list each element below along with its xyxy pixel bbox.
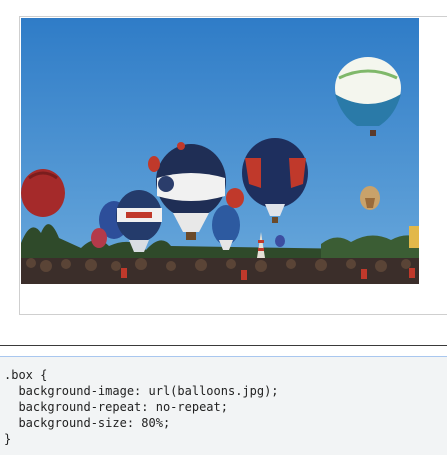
code-line: background-image: url(balloons.jpg); xyxy=(4,384,279,398)
code-panel: .box { background-image: url(balloons.jp… xyxy=(0,356,447,455)
code-line: .box { xyxy=(4,368,48,382)
divider xyxy=(0,345,447,346)
code-line: background-repeat: no-repeat; xyxy=(4,400,228,414)
code-line: } xyxy=(4,432,12,446)
balloons-background-image xyxy=(21,18,419,284)
code-line: background-size: 80%; xyxy=(4,416,171,430)
box-element xyxy=(19,16,447,315)
demo-area xyxy=(0,0,447,340)
